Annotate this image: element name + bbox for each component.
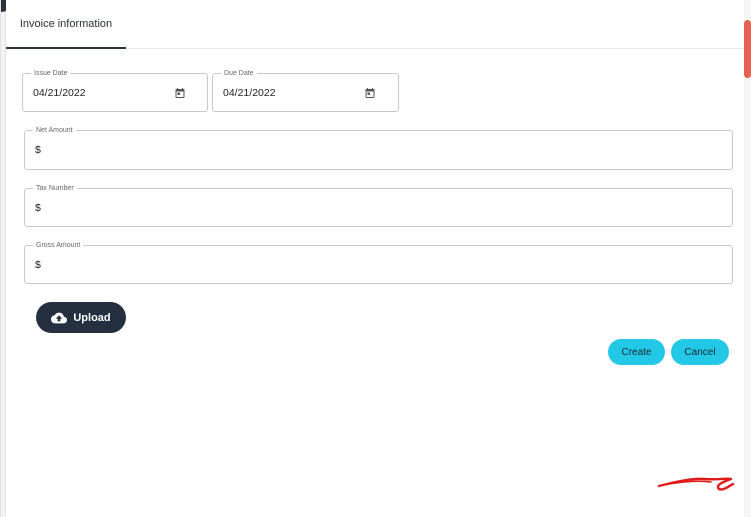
net-amount-label: Net Amount	[33, 125, 76, 136]
cancel-button[interactable]: Cancel	[671, 339, 729, 365]
gross-amount-field[interactable]: Gross Amount $	[24, 240, 733, 284]
tax-number-label: Tax Number	[33, 183, 77, 194]
calendar-icon[interactable]	[174, 86, 186, 99]
create-label: Create	[621, 346, 652, 358]
cancel-label: Cancel	[684, 346, 716, 358]
red-scribble	[657, 477, 735, 491]
due-date-field[interactable]: Due Date 04/21/2022	[212, 68, 399, 112]
gross-amount-label: Gross Amount	[33, 240, 84, 251]
upload-label: Upload	[73, 311, 111, 324]
issue-date-value: 04/21/2022	[33, 86, 86, 99]
tax-number-value: $	[35, 201, 41, 214]
invoice-dialog: Invoice information Issue Date 04/21/202…	[0, 0, 751, 517]
issue-date-label: Issue Date	[31, 68, 71, 79]
issue-date-field[interactable]: Issue Date 04/21/2022	[22, 68, 208, 112]
net-amount-field[interactable]: Net Amount $	[24, 125, 733, 170]
left-edge-shadow	[1, 0, 6, 517]
due-date-value: 04/21/2022	[223, 86, 276, 99]
tax-number-field[interactable]: Tax Number $	[24, 183, 733, 227]
cloud-upload-icon	[51, 312, 68, 323]
gross-amount-value: $	[35, 258, 41, 271]
net-amount-value: $	[35, 144, 41, 156]
upload-button[interactable]: Upload	[36, 302, 126, 333]
create-button[interactable]: Create	[608, 339, 665, 365]
due-date-label: Due Date	[221, 68, 257, 79]
tab-bar: Invoice information	[6, 0, 747, 49]
scrollbar-thumb[interactable]	[744, 20, 751, 78]
tab-label: Invoice information	[19, 17, 113, 30]
vertical-scrollbar[interactable]	[744, 0, 751, 517]
tab-invoice-information[interactable]: Invoice information	[6, 0, 126, 49]
calendar-icon[interactable]	[364, 86, 376, 99]
